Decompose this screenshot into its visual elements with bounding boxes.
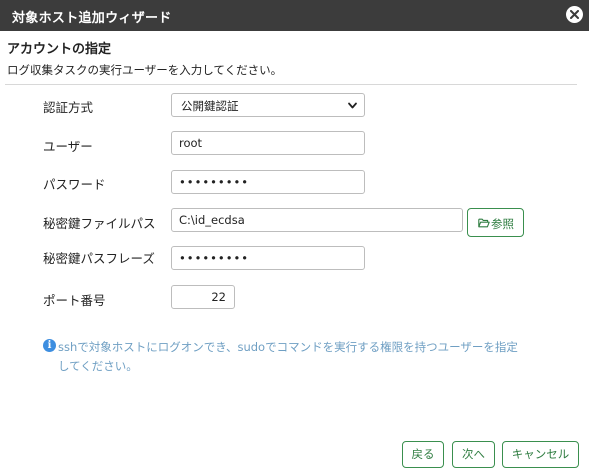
auth-method-value: 公開鍵認証: [181, 99, 239, 113]
key-file-input[interactable]: C:\id_ecdsa: [171, 208, 463, 232]
key-passphrase-input[interactable]: •••••••••: [171, 246, 365, 270]
info-text: sshで対象ホストにログオンでき、sudoでコマンドを実行する権限を持つユーザー…: [58, 340, 518, 373]
step-heading: アカウントの指定: [7, 42, 112, 57]
user-input[interactable]: root: [171, 131, 365, 155]
chevron-down-icon: [348, 102, 357, 109]
auth-method-select[interactable]: 公開鍵認証: [171, 93, 365, 117]
user-label: ユーザー: [43, 139, 93, 154]
key-file-label: 秘密鍵ファイルパス: [43, 216, 156, 231]
password-input[interactable]: •••••••••: [171, 170, 365, 194]
close-icon: [570, 10, 579, 19]
close-button[interactable]: [566, 6, 583, 23]
browse-button[interactable]: 参照: [467, 208, 524, 237]
wizard-titlebar: 対象ホスト追加ウィザード: [0, 0, 589, 31]
next-button[interactable]: 次へ: [452, 441, 495, 468]
auth-method-label: 認証方式: [43, 100, 94, 115]
divider: [5, 84, 577, 85]
folder-open-icon: [478, 218, 490, 228]
cancel-button[interactable]: キャンセル: [502, 441, 579, 468]
back-button[interactable]: 戻る: [402, 441, 444, 468]
port-label: ポート番号: [43, 293, 106, 308]
info-icon: i: [43, 339, 56, 352]
password-label: パスワード: [43, 177, 106, 192]
wizard-title: 対象ホスト追加ウィザード: [12, 11, 172, 26]
step-description: ログ収集タスクの実行ユーザーを入力してください。: [7, 63, 283, 77]
port-input[interactable]: 22: [171, 285, 235, 309]
browse-label: 参照: [491, 217, 514, 231]
key-passphrase-label: 秘密鍵パスフレーズ: [43, 251, 155, 266]
